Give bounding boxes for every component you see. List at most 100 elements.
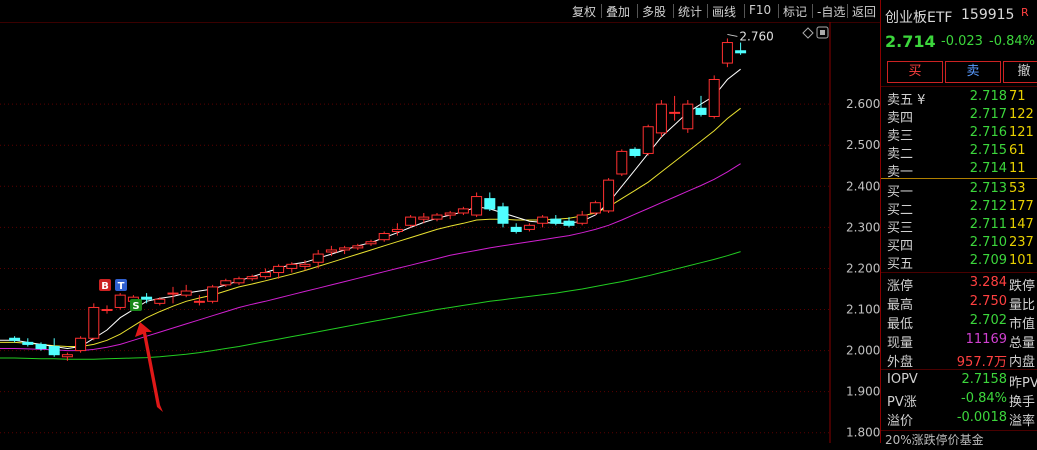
bid-row[interactable]: 买二 2.712 177 xyxy=(881,198,1037,218)
ask-row-extra: 121 xyxy=(1009,125,1034,140)
toolbar-separator xyxy=(673,4,674,18)
chart-toolbar: 复权 叠加 多股 统计 画线 F10 标记 -自选 返回 xyxy=(0,0,880,23)
iopv-row-extra: 昨PV xyxy=(1009,376,1037,391)
candle-down xyxy=(510,226,522,232)
bid-row-extra: 147 xyxy=(1009,217,1034,232)
bid-row-extra: 237 xyxy=(1009,235,1034,250)
ask-row[interactable]: 卖五 ¥2.718 71 xyxy=(881,88,1037,108)
candle-up xyxy=(537,216,549,224)
iopv-row[interactable]: IOPV 2.7158 昨PV xyxy=(881,371,1037,391)
candle-down xyxy=(22,341,34,345)
ask-row[interactable]: 卖二 2.715 61 xyxy=(881,142,1037,162)
candle-up xyxy=(708,79,720,117)
bid-row[interactable]: 买一 2.713 53 xyxy=(881,180,1037,200)
candle-up xyxy=(642,126,654,154)
toolbar-item-6[interactable]: 标记 xyxy=(783,3,807,20)
candle-up xyxy=(589,202,601,214)
candle-up xyxy=(616,150,628,175)
ma60-line xyxy=(0,251,741,360)
stat-row-value: 3.284 xyxy=(969,275,1007,290)
stat-row-extra: 市值 xyxy=(1009,317,1036,332)
stat-row[interactable]: 外盘 957.7万 内盘 xyxy=(881,350,1037,370)
max-pointer xyxy=(727,33,738,37)
candle-up xyxy=(669,111,681,114)
ask-row-value: 2.716 xyxy=(969,125,1007,140)
candle-up xyxy=(246,276,258,280)
stat-row-label: 外盘 xyxy=(887,355,914,370)
price-change: -0.023 xyxy=(941,34,983,49)
ask-row-value: 2.718 xyxy=(969,89,1007,104)
ask-row-extra: 61 xyxy=(1009,143,1026,158)
stat-row[interactable]: 最低 2.702 市值 xyxy=(881,312,1037,332)
candle-up xyxy=(233,278,245,284)
iopv-row-label: PV涨 xyxy=(887,395,917,410)
candle-up xyxy=(721,42,733,64)
price-axis-label: 2.200 xyxy=(846,261,880,275)
stat-row-label: 涨停 xyxy=(887,279,914,294)
bid-row-value: 2.710 xyxy=(969,235,1007,250)
margin-badge: R xyxy=(1021,6,1029,19)
cancel-button[interactable]: 撤 xyxy=(1003,61,1037,83)
toolbar-item-1[interactable]: 叠加 xyxy=(606,3,630,20)
ask-row-value: 2.717 xyxy=(969,107,1007,122)
marker-s: S xyxy=(132,301,139,312)
price-axis-label: 2.000 xyxy=(846,344,880,358)
bid-row-value: 2.711 xyxy=(969,217,1007,232)
bid-row[interactable]: 买三 2.711 147 xyxy=(881,216,1037,236)
marker-t: T xyxy=(118,281,125,292)
bid-row[interactable]: 买五 2.709 101 xyxy=(881,252,1037,272)
security-name: 创业板ETF xyxy=(885,10,953,26)
stat-row[interactable]: 最高 2.750 量比 xyxy=(881,293,1037,313)
candle-down xyxy=(497,206,509,224)
bid-row-extra: 177 xyxy=(1009,199,1034,214)
toolbar-item-2[interactable]: 多股 xyxy=(642,3,666,20)
diamond-icon xyxy=(802,27,814,39)
candle-up xyxy=(312,253,324,263)
toolbar-item-5[interactable]: F10 xyxy=(749,3,771,17)
bid-row-value: 2.712 xyxy=(969,199,1007,214)
toolbar-separator xyxy=(847,4,848,18)
candle-up xyxy=(180,290,192,296)
candle-up xyxy=(154,298,166,304)
ma20-line xyxy=(0,163,741,352)
candle-up xyxy=(471,196,483,216)
ask-row[interactable]: 卖一 2.714 11 xyxy=(881,160,1037,180)
toolbar-separator xyxy=(707,4,708,18)
stat-row-extra: 内盘 xyxy=(1009,355,1036,370)
price-axis-label: 2.300 xyxy=(846,220,880,234)
candle-up xyxy=(61,354,73,358)
candle-up xyxy=(418,216,430,220)
toolbar-item-0[interactable]: 复权 xyxy=(572,3,596,20)
iopv-row-extra: 溢率 xyxy=(1009,414,1036,429)
bid-row-value: 2.713 xyxy=(969,181,1007,196)
marker-b: B xyxy=(101,281,109,292)
toolbar-item-3[interactable]: 统计 xyxy=(678,3,702,20)
fund-note-text: 20%涨跌停价基金 xyxy=(885,433,984,447)
stat-row[interactable]: 涨停 3.284 跌停 xyxy=(881,274,1037,294)
price-axis-label: 1.800 xyxy=(846,426,880,440)
candle-down xyxy=(563,220,575,226)
last-price: 2.714 xyxy=(885,32,936,51)
ask-row-value: 2.715 xyxy=(969,143,1007,158)
bid-row[interactable]: 买四 2.710 237 xyxy=(881,234,1037,254)
kline-chart[interactable]: 2.600 2.500 2.400 2.300 2.200 2.100 2.000 1.900… xyxy=(0,22,880,443)
toolbar-item-7[interactable]: -自选 xyxy=(817,3,845,20)
toolbar-separator xyxy=(744,4,745,18)
toolbar-item-8[interactable]: 返回 xyxy=(852,3,876,20)
candle-up xyxy=(325,249,337,253)
stat-row[interactable]: 现量 11169 总量 xyxy=(881,331,1037,351)
candle-up xyxy=(101,309,113,312)
price-change-pct: -0.84% xyxy=(989,34,1035,49)
bid-row-extra: 101 xyxy=(1009,253,1034,268)
iopv-row[interactable]: 溢价 -0.0018 溢率 xyxy=(881,409,1037,429)
iopv-row-value: -0.0018 xyxy=(956,410,1007,425)
iopv-row[interactable]: PV涨 -0.84% 换手 xyxy=(881,390,1037,410)
sell-button[interactable]: 卖 xyxy=(945,61,1001,83)
stat-row-label: 最低 xyxy=(887,317,914,332)
stat-row-extra: 总量 xyxy=(1009,336,1036,351)
ask-row[interactable]: 卖四 2.717 122 xyxy=(881,106,1037,126)
ma5-line xyxy=(0,68,741,350)
ask-row[interactable]: 卖三 2.716 121 xyxy=(881,124,1037,144)
toolbar-item-4[interactable]: 画线 xyxy=(712,3,736,20)
buy-button[interactable]: 买 xyxy=(887,61,943,83)
